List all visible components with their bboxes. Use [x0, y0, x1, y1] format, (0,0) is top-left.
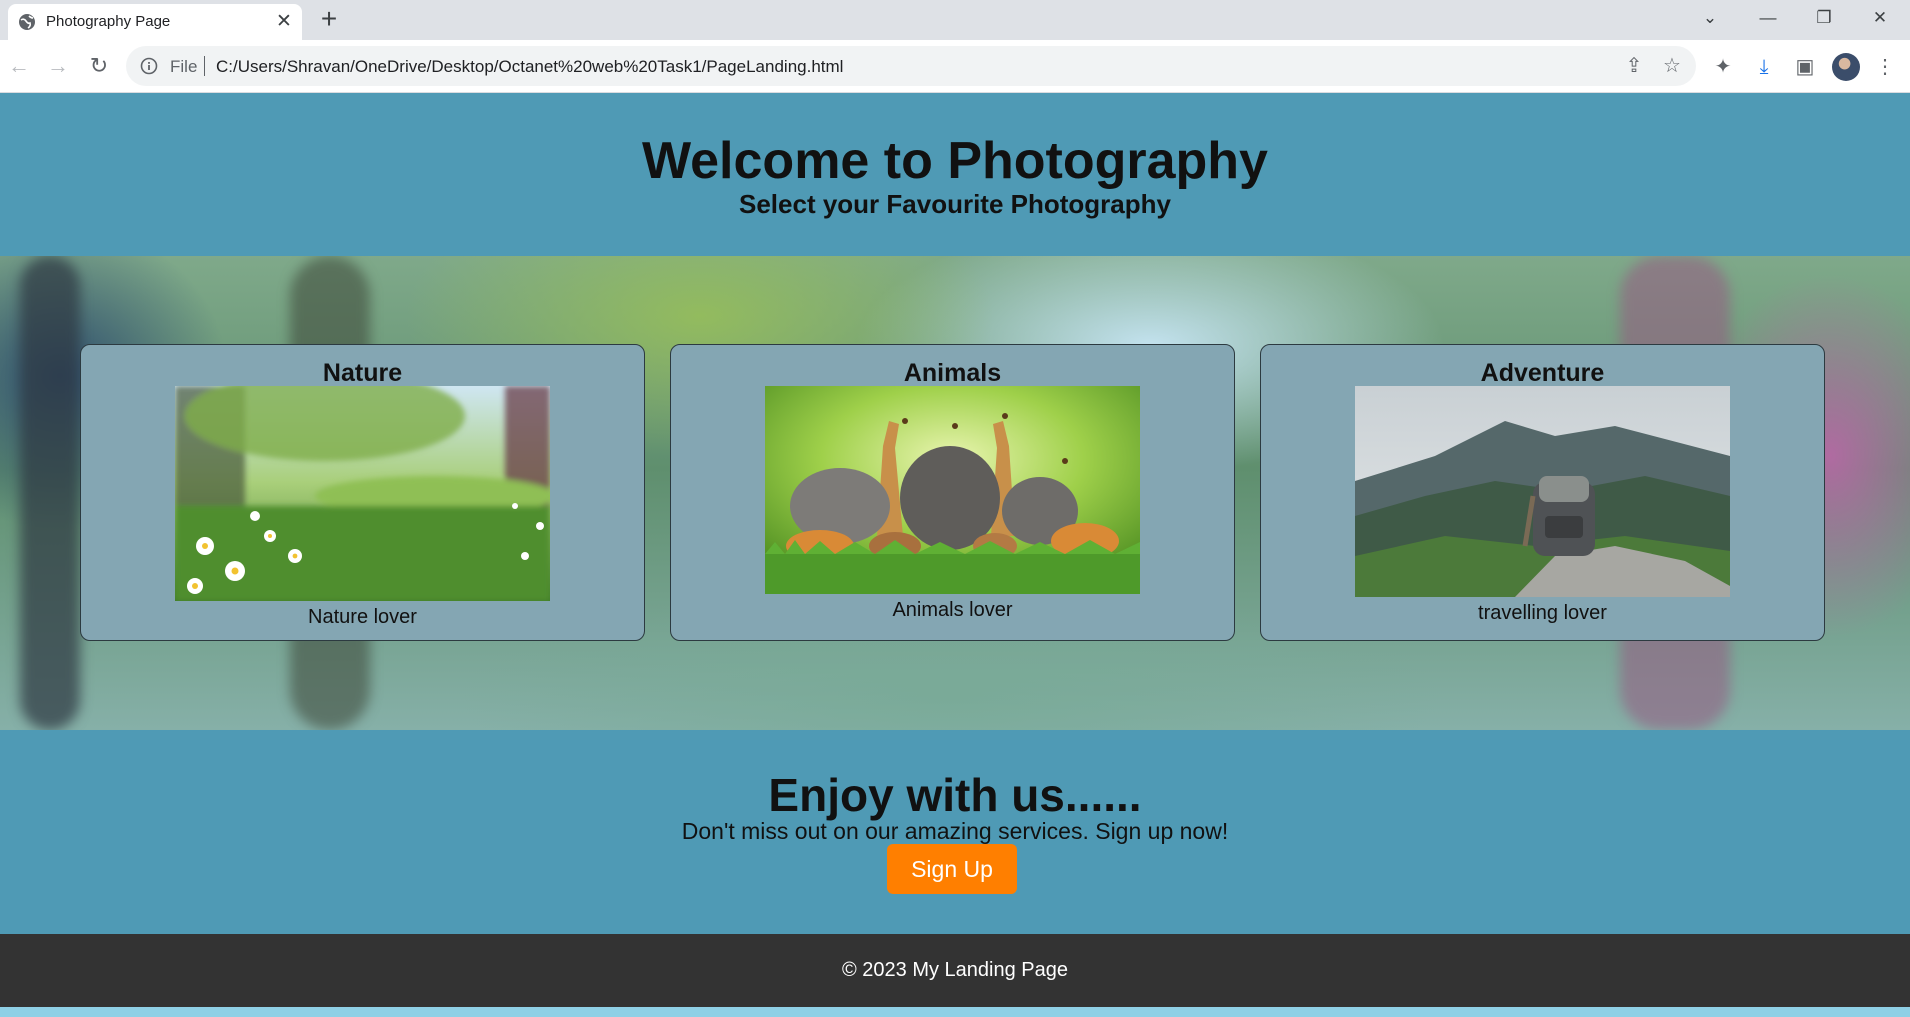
new-tab-button[interactable]: + [314, 5, 344, 35]
page-footer: © 2023 My Landing Page [0, 934, 1910, 1007]
card-caption: travelling lover [1478, 602, 1607, 624]
bottom-strip [0, 1007, 1910, 1017]
cta-heading: Enjoy with us...... [768, 769, 1142, 821]
star-icon[interactable]: ☆ [1660, 54, 1684, 78]
back-icon[interactable]: ← [3, 50, 35, 82]
hero-section: Nature Nature lover Animals Animals love… [0, 256, 1910, 730]
address-bar[interactable]: File C:/Users/Shravan/OneDrive/Desktop/O… [126, 46, 1696, 86]
page-title: Welcome to Photography [642, 132, 1268, 190]
close-tab-icon[interactable]: ✕ [272, 10, 296, 34]
reload-icon[interactable]: ↻ [83, 50, 115, 82]
globe-icon [19, 14, 35, 30]
card-title: Nature [322, 359, 403, 387]
signup-button[interactable]: Sign Up [887, 844, 1017, 894]
close-window-button[interactable]: ✕ [1852, 0, 1908, 36]
extensions-icon[interactable]: ✦ [1708, 52, 1738, 82]
tab-search-icon[interactable]: ⌄ [1682, 0, 1738, 36]
browser-titlebar: Photography Page ✕ + ⌄ — ❐ ✕ [0, 0, 1910, 40]
url-text[interactable]: C:/Users/Shravan/OneDrive/Desktop/Octane… [216, 57, 843, 77]
sidebar-icon[interactable]: ▣ [1790, 52, 1820, 82]
forward-icon[interactable]: → [42, 50, 74, 82]
animals-image [765, 386, 1140, 594]
browser-toolbar: ← → ↻ File C:/Users/Shravan/OneDrive/Des… [0, 40, 1910, 93]
omnibox-separator [204, 56, 205, 76]
info-icon[interactable] [140, 57, 158, 75]
menu-icon[interactable]: ⋮ [1870, 52, 1900, 82]
page-content: Welcome to Photography Select your Favou… [0, 93, 1910, 1017]
card-title: Adventure [1480, 359, 1605, 387]
card-title: Animals [903, 359, 1002, 387]
page-subtitle: Select your Favourite Photography [739, 189, 1171, 219]
restore-button[interactable]: ❐ [1796, 0, 1852, 36]
background-trunk [20, 256, 80, 730]
tab-title: Photography Page [46, 13, 171, 30]
adventure-image [1355, 386, 1730, 597]
cta-section: Enjoy with us...... Don't miss out on ou… [0, 730, 1910, 928]
adventure-card[interactable]: Adventure travelling lover [1260, 344, 1825, 641]
share-icon[interactable]: ⇪ [1622, 54, 1646, 78]
profile-avatar[interactable] [1832, 53, 1860, 81]
nature-image [175, 386, 550, 601]
nature-card[interactable]: Nature Nature lover [80, 344, 645, 641]
animals-card[interactable]: Animals Animals lover [670, 344, 1235, 641]
cta-text: Don't miss out on our amazing services. … [681, 818, 1229, 844]
download-icon[interactable]: ⤓ [1749, 52, 1779, 82]
minimize-button[interactable]: — [1740, 0, 1796, 36]
page-header: Welcome to Photography Select your Favou… [0, 93, 1910, 256]
card-caption: Animals lover [892, 599, 1013, 621]
file-scheme-label: File [170, 57, 198, 76]
browser-tab[interactable]: Photography Page ✕ [8, 4, 302, 40]
card-caption: Nature lover [308, 606, 417, 628]
